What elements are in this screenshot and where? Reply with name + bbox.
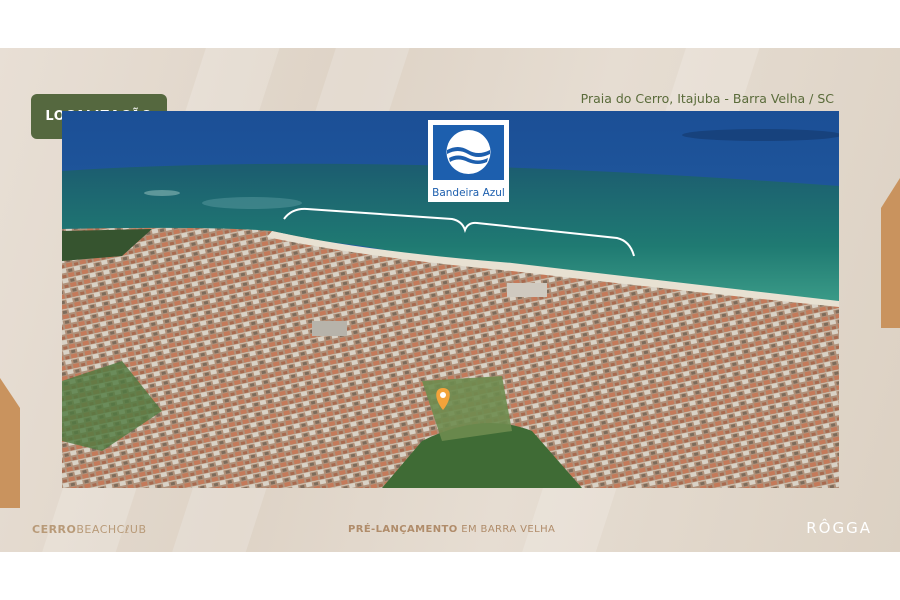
location-text: Praia do Cerro, Itajuba - Barra Velha / … [580, 91, 834, 106]
tagline-rest: EM BARRA VELHA [457, 524, 556, 535]
brand-rest: BEACHCℓUB [76, 523, 147, 536]
tagline-bold: PRÉ-LANÇAMENTO [348, 524, 458, 535]
brand-logo: CERROBEACHCℓUB [32, 523, 147, 536]
left-accent-bar [0, 378, 20, 508]
flag-label: Bandeira Azul [432, 187, 505, 199]
slide: LOCALIZAÇÃO Praia do Cerro, Itajuba - Ba… [0, 48, 900, 552]
tagline: PRÉ-LANÇAMENTO EM BARRA VELHA [348, 524, 555, 535]
brand-bold: CERRO [32, 523, 77, 536]
rogga-logo: RÔGGA [806, 519, 872, 537]
right-accent-bar [881, 178, 900, 328]
bandeira-azul-flag: Bandeira Azul [428, 120, 509, 202]
